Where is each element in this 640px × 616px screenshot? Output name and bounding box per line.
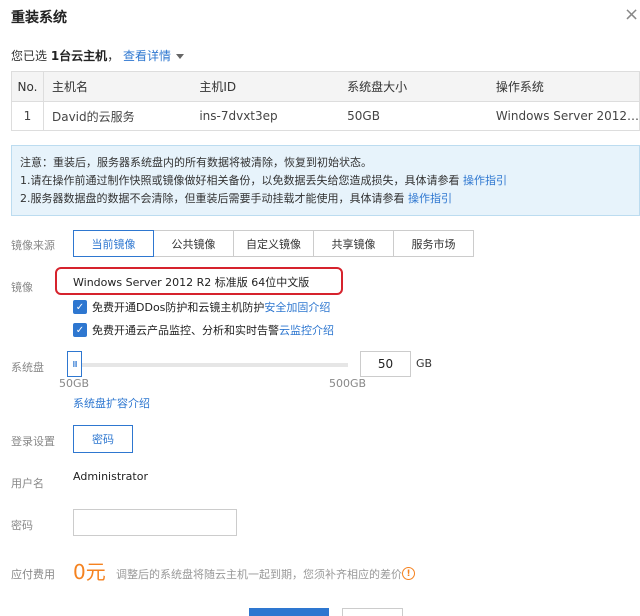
selection-count: 1台云主机 — [50, 49, 108, 63]
column-header-hostname: 主机名 — [43, 71, 192, 102]
tab-custom-image[interactable]: 自定义镜像 — [233, 230, 314, 257]
view-details-link[interactable]: 查看详情 — [123, 49, 171, 63]
password-input[interactable] — [73, 509, 237, 536]
column-header-hostid: 主机ID — [191, 71, 340, 102]
notice-line-2: 1.请在操作前通过制作快照或镜像做好相关备份，以免数据丢失给您造成损失，具体请参… — [20, 172, 631, 190]
dialog-title: 重装系统 — [11, 10, 67, 26]
slider-min-label: 50GB — [59, 377, 90, 390]
notice-line-3: 2.服务器数据盘的数据不会清除，但重装后需要手动挂载才能使用，具体请参看 操作指… — [20, 190, 631, 208]
selection-prefix: 您已选 — [11, 49, 51, 63]
chevron-down-icon[interactable] — [176, 54, 185, 59]
highlight-box — [55, 267, 343, 295]
system-disk-label: 系统盘 — [11, 361, 44, 374]
column-header-no: No. — [11, 71, 44, 102]
disk-size-input[interactable]: 50 — [360, 351, 411, 377]
security-hardening-link[interactable]: 安全加固介绍 — [264, 299, 330, 315]
column-header-os: 操作系统 — [487, 71, 640, 102]
tab-shared-image[interactable]: 共享镜像 — [313, 230, 394, 257]
cancel-button[interactable] — [342, 608, 403, 616]
monitor-checkbox[interactable]: ✓ — [73, 323, 87, 337]
tab-current-image[interactable]: 当前镜像 — [73, 230, 154, 257]
ddos-option-text: 免费开通DDos防护和云镜主机防护 — [92, 301, 265, 314]
password-label: 密码 — [11, 519, 33, 532]
cell-hostid: ins-7dvxt3ep — [199, 109, 278, 123]
cell-disk-size: 50GB — [347, 109, 380, 123]
cloud-monitor-link[interactable]: 云监控介绍 — [279, 322, 334, 338]
tab-marketplace[interactable]: 服务市场 — [393, 230, 474, 257]
selection-summary: 您已选 1台云主机， 查看详情 — [11, 47, 185, 64]
notice-line-3-text: 2.服务器数据盘的数据不会清除，但重装后需要手动挂载才能使用，具体请参看 — [20, 192, 408, 205]
fee-label: 应付费用 — [11, 568, 55, 581]
operation-guide-link-1[interactable]: 操作指引 — [463, 174, 507, 187]
slider-max-label: 500GB — [329, 377, 367, 390]
disk-expand-link[interactable]: 系统盘扩容介绍 — [73, 395, 150, 411]
username-value: Administrator — [73, 470, 148, 483]
notice-box: 注意：重装后，服务器系统盘内的所有数据将被清除，恢复到初始状态。 1.请在操作前… — [11, 145, 640, 216]
ddos-option: ✓ 免费开通DDos防护和云镜主机防护 安全加固介绍 — [73, 299, 330, 315]
fee-amount: 0元 — [73, 560, 106, 584]
table-header-row: No. 主机名 主机ID 系统盘大小 操作系统 — [11, 71, 640, 102]
info-warning-icon[interactable]: ! — [402, 567, 415, 580]
image-label: 镜像 — [11, 281, 33, 294]
notice-line-2-text: 1.请在操作前通过制作快照或镜像做好相关备份，以免数据丢失给您造成损失，具体请参… — [20, 174, 463, 187]
cell-hostname: David的云服务 — [51, 109, 135, 124]
ddos-checkbox[interactable]: ✓ — [73, 300, 87, 314]
image-source-tabs: 当前镜像 公共镜像 自定义镜像 共享镜像 服务市场 — [73, 230, 474, 257]
username-label: 用户名 — [11, 477, 44, 490]
host-table: No. 主机名 主机ID 系统盘大小 操作系统 1 David的云服务 ins-… — [11, 71, 640, 131]
monitor-option: ✓ 免费开通云产品监控、分析和实时告警 云监控介绍 — [73, 322, 334, 338]
disk-size-slider-handle[interactable]: III — [67, 351, 82, 377]
image-source-label: 镜像来源 — [11, 239, 55, 252]
password-login-button[interactable]: 密码 — [73, 425, 133, 453]
monitor-option-text: 免费开通云产品监控、分析和实时告警 — [92, 324, 279, 337]
cell-os: Windows Server 2012… — [495, 109, 639, 123]
disk-size-unit: GB — [416, 357, 433, 370]
selection-suffix: ， — [107, 49, 120, 63]
table-row: 1 David的云服务 ins-7dvxt3ep 50GB Windows Se… — [11, 101, 640, 131]
disk-size-slider-track[interactable] — [68, 363, 348, 367]
confirm-button[interactable] — [249, 608, 329, 616]
column-header-disk-size: 系统盘大小 — [339, 71, 488, 102]
tab-public-image[interactable]: 公共镜像 — [153, 230, 234, 257]
fee-note: 调整后的系统盘将随云主机一起到期，您须补齐相应的差价 — [116, 568, 402, 581]
close-icon[interactable]: × — [624, 4, 639, 25]
cell-no: 1 — [11, 101, 44, 131]
login-setting-label: 登录设置 — [11, 435, 55, 448]
operation-guide-link-2[interactable]: 操作指引 — [408, 192, 452, 205]
notice-line-1: 注意：重装后，服务器系统盘内的所有数据将被清除，恢复到初始状态。 — [20, 156, 372, 169]
